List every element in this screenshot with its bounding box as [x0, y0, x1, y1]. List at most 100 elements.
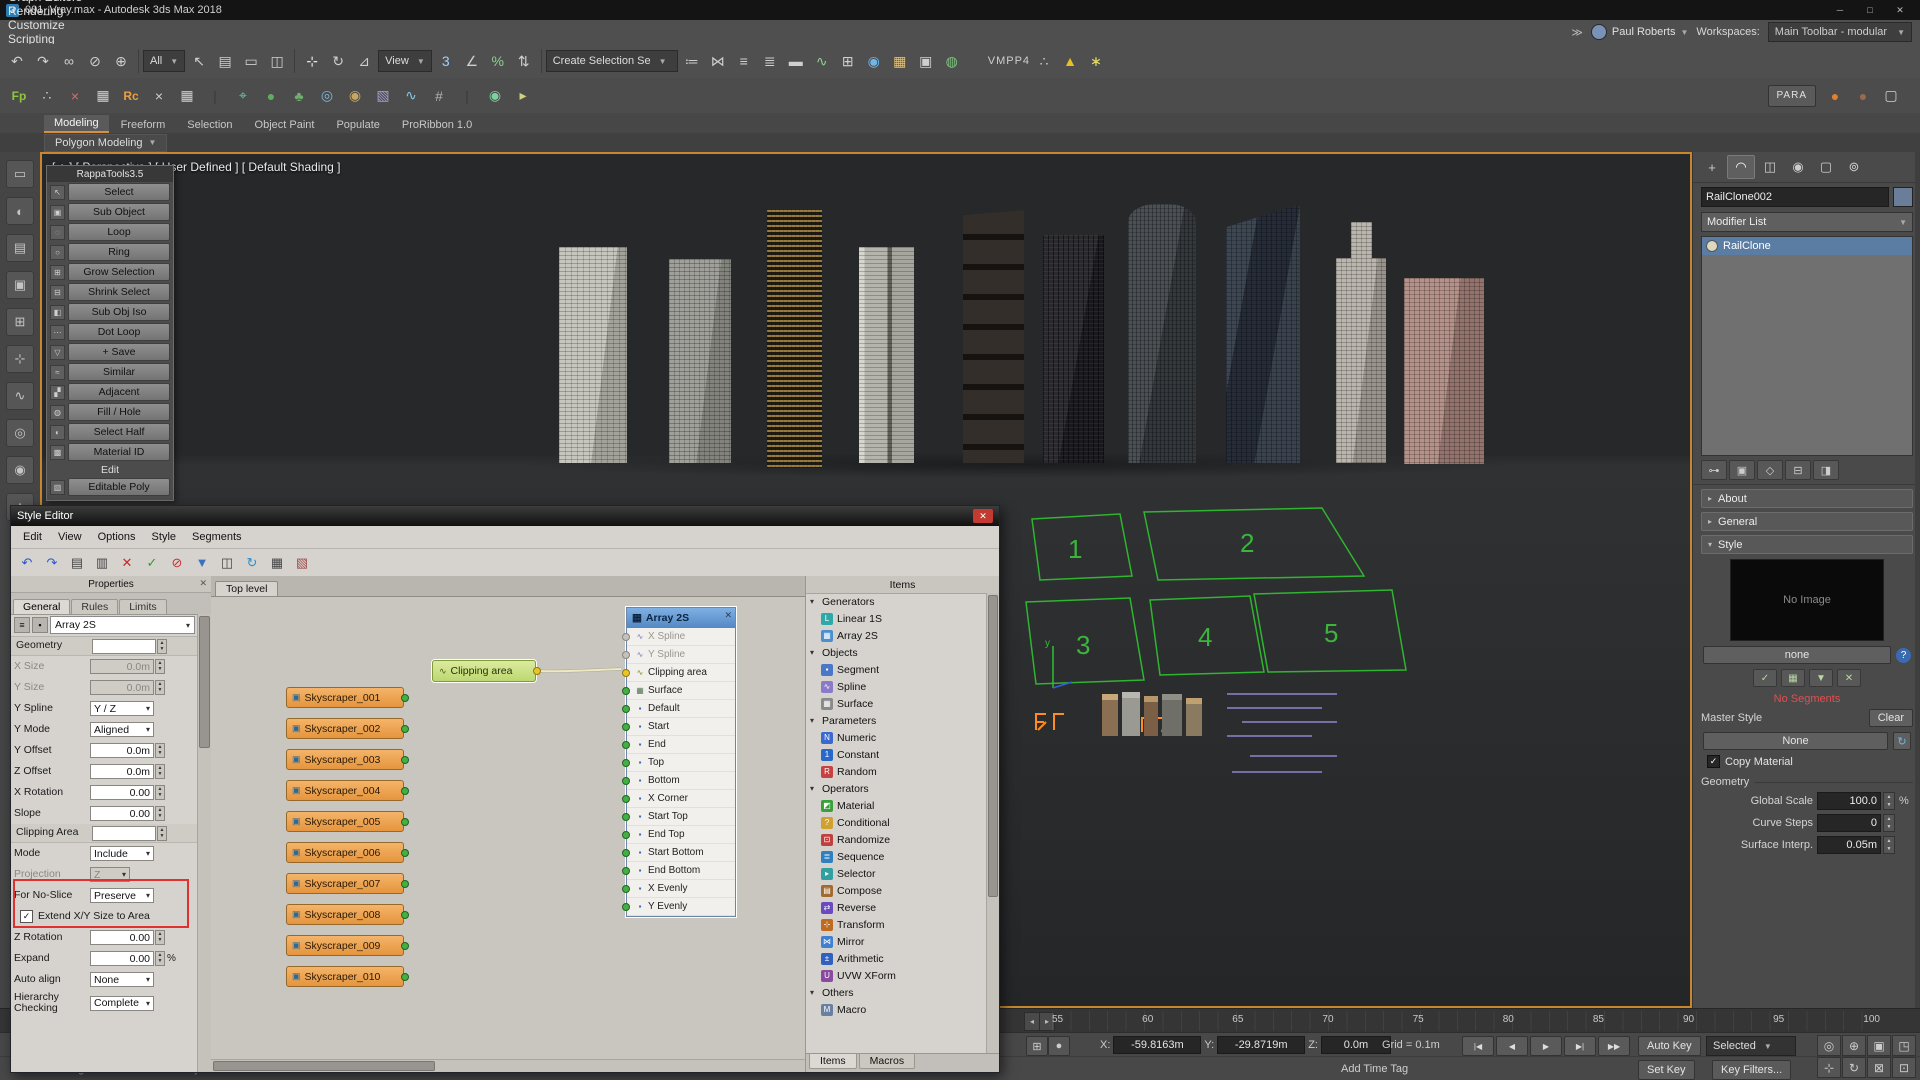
- dock-object-icon[interactable]: ▣: [6, 271, 34, 299]
- tool-icon[interactable]: ▣: [50, 205, 65, 220]
- items-list-row[interactable]: ▾ ≣ Sequence: [806, 848, 987, 865]
- array-node-header[interactable]: ▦ Array 2S ✕: [627, 608, 735, 628]
- zoom-icon[interactable]: ◎: [1817, 1035, 1841, 1056]
- spinner-icon[interactable]: [157, 826, 167, 841]
- spinner-icon[interactable]: [155, 951, 165, 966]
- clipping-output-port[interactable]: [533, 667, 541, 675]
- property-field[interactable]: 0.00: [90, 785, 154, 800]
- tool-eye-icon[interactable]: ◉: [482, 83, 508, 109]
- slot-port[interactable]: [622, 759, 630, 767]
- selection-set-select[interactable]: Selected ▼: [1706, 1036, 1796, 1056]
- se-refresh-icon[interactable]: ↻: [241, 553, 263, 573]
- building[interactable]: [767, 210, 822, 468]
- items-list-row[interactable]: ▾ ▦ Array 2S: [806, 627, 987, 644]
- rappatools-button[interactable]: Fill / Hole: [68, 403, 170, 421]
- modifier-stack[interactable]: RailClone: [1701, 236, 1913, 456]
- selection-lock-icon[interactable]: ●: [1048, 1036, 1070, 1056]
- plugin-table-icon[interactable]: ▦: [90, 83, 116, 109]
- items-list-row[interactable]: ▾ ▪ Segment: [806, 661, 987, 678]
- workspace-select[interactable]: Main Toolbar - modular ▼: [1768, 22, 1912, 42]
- array-node-slot[interactable]: ▪ Default: [627, 700, 735, 718]
- close-icon[interactable]: ✕: [1886, 3, 1914, 18]
- toolbar-overflow-icon[interactable]: ≫: [1571, 26, 1583, 39]
- se-disable-icon[interactable]: ⊘: [166, 553, 188, 573]
- modifier-list-select[interactable]: Modifier List ▼: [1701, 212, 1913, 232]
- array-node-slot[interactable]: ▪ X Corner: [627, 790, 735, 808]
- building[interactable]: [1404, 278, 1484, 464]
- dock-sphere-icon[interactable]: ◎: [6, 419, 34, 447]
- items-list-row[interactable]: ▾ U UVW XForm: [806, 967, 987, 984]
- tool-icon[interactable]: ◍: [50, 405, 65, 420]
- segment-node[interactable]: ▣ Skyscraper_002: [286, 718, 404, 739]
- segment-output-port[interactable]: [401, 942, 409, 950]
- building[interactable]: [559, 247, 627, 463]
- property-field[interactable]: 0.0m: [90, 764, 154, 779]
- array-node-slot[interactable]: ▪ End: [627, 736, 735, 754]
- group-expander-icon[interactable]: ▾: [810, 716, 818, 725]
- segment-output-port[interactable]: [401, 694, 409, 702]
- field-value[interactable]: 100.0: [1817, 792, 1881, 810]
- plugin-table2-icon[interactable]: ▦: [174, 83, 200, 109]
- group-expander-icon[interactable]: ▾: [810, 597, 818, 606]
- segment-node[interactable]: ▣ Skyscraper_006: [286, 842, 404, 863]
- building[interactable]: [1128, 204, 1196, 463]
- tool-box-icon[interactable]: ▧: [370, 83, 396, 109]
- rappatools-button[interactable]: Grow Selection: [68, 263, 170, 281]
- spinner-icon[interactable]: [1883, 836, 1895, 854]
- rappatools-button[interactable]: Dot Loop: [68, 323, 170, 341]
- items-list-row[interactable]: ▾ ▸ Selector: [806, 865, 987, 882]
- style-editor-menu-item[interactable]: Style: [144, 531, 184, 543]
- spinner-icon[interactable]: [157, 639, 167, 654]
- select-and-rotate-icon[interactable]: ↻: [325, 48, 351, 74]
- select-by-name-icon[interactable]: ▤: [212, 48, 238, 74]
- slot-port[interactable]: [622, 903, 630, 911]
- tool-icon[interactable]: ◐: [50, 425, 65, 440]
- master-style-none-button[interactable]: None: [1703, 732, 1888, 750]
- timeline-ruler[interactable]: 556065707580859095100: [1052, 1011, 1880, 1031]
- se-copy-icon[interactable]: ▤: [66, 553, 88, 573]
- warning-icon[interactable]: ▲: [1057, 48, 1083, 74]
- dock-paint-icon[interactable]: ◐: [6, 197, 34, 225]
- se-filter-icon[interactable]: ▼: [191, 553, 213, 573]
- pin-stack-icon[interactable]: ⊶: [1701, 460, 1727, 480]
- orbit-icon[interactable]: ↻: [1842, 1057, 1866, 1078]
- items-list-row[interactable]: ▾ L Linear 1S: [806, 610, 987, 627]
- tool-icon[interactable]: ◌: [50, 225, 65, 240]
- tool-icon[interactable]: ▞: [50, 385, 65, 400]
- rappatools-button[interactable]: Ring: [68, 243, 170, 261]
- isolate-selection-icon[interactable]: ⊞: [1026, 1036, 1048, 1056]
- items-list-row[interactable]: ▾ 1 Constant: [806, 746, 987, 763]
- array-node-slot[interactable]: ∿ X Spline: [627, 628, 735, 646]
- render-setup-icon[interactable]: ▦: [887, 48, 913, 74]
- se-paste-icon[interactable]: ▥: [91, 553, 113, 573]
- maximize-icon[interactable]: □: [1856, 3, 1884, 18]
- segment-output-port[interactable]: [401, 911, 409, 919]
- open-editor-icon[interactable]: ▦: [1781, 669, 1805, 687]
- se-undo-icon[interactable]: ↶: [16, 553, 38, 573]
- items-list-row[interactable]: ▾ ◩ Material: [806, 797, 987, 814]
- rappatools-button[interactable]: Adjacent: [68, 383, 170, 401]
- se-check-icon[interactable]: ✓: [141, 553, 163, 573]
- property-field[interactable]: 0.0m: [90, 743, 154, 758]
- slot-port[interactable]: [622, 705, 630, 713]
- items-list-row[interactable]: ▾ ? Conditional: [806, 814, 987, 831]
- tab-polygon-modeling[interactable]: Polygon Modeling ▼: [44, 134, 167, 152]
- percent-snap-icon[interactable]: %: [485, 48, 511, 74]
- slot-port[interactable]: [622, 669, 630, 677]
- slot-port[interactable]: [622, 777, 630, 785]
- se-library-icon[interactable]: ▦: [266, 553, 288, 573]
- tool-flag-icon[interactable]: ▸: [510, 83, 536, 109]
- slot-port[interactable]: [622, 723, 630, 731]
- node-close-icon[interactable]: ✕: [724, 610, 732, 621]
- add-time-tag[interactable]: Add Time Tag: [1341, 1063, 1408, 1075]
- command-panel-scrollbar[interactable]: [1915, 152, 1920, 1008]
- object-color-swatch[interactable]: [1893, 187, 1913, 207]
- edit-style-icon[interactable]: ✓: [1753, 669, 1777, 687]
- building[interactable]: [1336, 222, 1386, 463]
- display-tab[interactable]: ▢: [1813, 156, 1839, 178]
- ribbon-tab[interactable]: Modeling: [44, 115, 109, 133]
- dock-layers-icon[interactable]: ▤: [6, 234, 34, 262]
- group-expander-icon[interactable]: ▾: [810, 648, 818, 657]
- curve-editor-icon[interactable]: ∿: [809, 48, 835, 74]
- array-node-slot[interactable]: ▪ Y Evenly: [627, 898, 735, 916]
